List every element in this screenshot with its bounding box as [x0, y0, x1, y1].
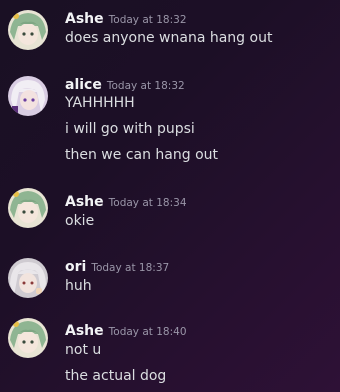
message-text: does anyone wnana hang out	[65, 30, 273, 46]
message-group: Ashe Today at 18:32 does anyone wnana han…	[0, 8, 340, 52]
message-header: Ashe Today at 18:32	[65, 8, 187, 27]
timestamp: Today at 18:40	[108, 326, 187, 338]
green-hair-anime-avatar-icon	[8, 188, 48, 228]
message-header: alice Today at 18:32	[65, 74, 185, 93]
green-hair-anime-avatar-icon	[8, 318, 48, 358]
message-group: Ashe Today at 18:40 not u the actual dog	[0, 318, 340, 390]
author-name[interactable]: Ashe	[65, 11, 104, 27]
message-header: ori Today at 18:37	[65, 256, 169, 275]
author-name[interactable]: alice	[65, 77, 102, 93]
timestamp: Today at 18:32	[108, 14, 187, 26]
message-group: Ashe Today at 18:34 okie	[0, 188, 340, 235]
avatar[interactable]	[8, 188, 48, 228]
avatar[interactable]	[8, 10, 48, 50]
message-text: i will go with pupsi	[65, 121, 195, 137]
avatar[interactable]	[8, 318, 48, 358]
message-group: ori Today at 18:37 huh	[0, 256, 340, 300]
green-hair-anime-avatar-icon	[8, 10, 48, 50]
message-text: okie	[65, 213, 95, 229]
timestamp: Today at 18:32	[106, 80, 185, 92]
message-group: alice Today at 18:32 YAHHHHH i will go wi…	[0, 74, 340, 164]
message-text: YAHHHHH	[65, 95, 135, 111]
white-hair-anime-avatar-icon	[8, 76, 48, 116]
message-text: the actual dog	[65, 368, 167, 384]
message-header: Ashe Today at 18:34	[65, 191, 187, 210]
avatar[interactable]	[8, 76, 48, 116]
message-text: huh	[65, 278, 92, 294]
message-text: then we can hang out	[65, 147, 219, 163]
author-name[interactable]: Ashe	[65, 323, 104, 339]
message-text: not u	[65, 342, 102, 358]
author-name[interactable]: Ashe	[65, 194, 104, 210]
silver-hair-anime-avatar-icon	[8, 258, 48, 298]
timestamp: Today at 18:34	[108, 197, 187, 209]
avatar[interactable]	[8, 258, 48, 298]
timestamp: Today at 18:37	[91, 262, 170, 274]
author-name[interactable]: ori	[65, 259, 86, 275]
message-header: Ashe Today at 18:40	[65, 320, 187, 339]
